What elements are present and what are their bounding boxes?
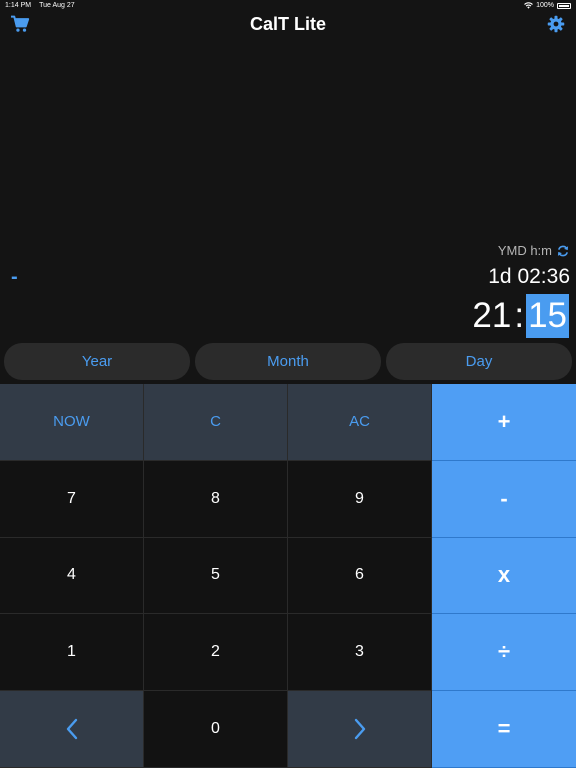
status-date: Tue Aug 27 — [39, 2, 75, 9]
refresh-icon — [557, 245, 569, 256]
previous-value: 1d 02:36 — [488, 265, 570, 288]
day-button[interactable]: Day — [386, 343, 572, 380]
status-right: 100% — [524, 2, 571, 9]
digit-6-button[interactable]: 6 — [288, 537, 432, 615]
current-value: 21 : 15 — [472, 294, 569, 338]
navigation-bar: CalT Lite — [0, 12, 576, 38]
now-button[interactable]: NOW — [0, 384, 144, 461]
cursor-right-button[interactable] — [288, 691, 432, 768]
digit-4-button[interactable]: 4 — [0, 537, 144, 615]
clear-button[interactable]: C — [144, 384, 288, 461]
all-clear-button[interactable]: AC — [288, 384, 432, 461]
current-separator: : — [514, 296, 525, 335]
chevron-right-icon — [354, 718, 365, 740]
battery-icon — [557, 2, 571, 9]
divide-button[interactable]: ÷ — [432, 614, 576, 692]
digit-1-button[interactable]: 1 — [0, 614, 144, 692]
display-mode-toggle[interactable]: YMD h:m — [498, 243, 570, 258]
calculator-screen: 1:14 PM Tue Aug 27 100% CalT Lite YMD h:… — [0, 0, 576, 768]
digit-5-button[interactable]: 5 — [144, 537, 288, 615]
digit-7-button[interactable]: 7 — [0, 460, 144, 538]
status-left: 1:14 PM Tue Aug 27 — [5, 2, 75, 9]
multiply-button[interactable]: x — [432, 537, 576, 615]
digit-8-button[interactable]: 8 — [144, 460, 288, 538]
plus-button[interactable]: + — [432, 384, 576, 461]
digit-2-button[interactable]: 2 — [144, 614, 288, 692]
unit-selector: Year Month Day — [4, 343, 572, 380]
display-mode-label: YMD h:m — [497, 243, 552, 258]
digit-3-button[interactable]: 3 — [288, 614, 432, 692]
cursor-left-button[interactable] — [0, 691, 144, 768]
equals-button[interactable]: = — [432, 691, 576, 768]
status-bar: 1:14 PM Tue Aug 27 100% — [0, 0, 576, 12]
app-title: CalT Lite — [249, 14, 326, 34]
digit-0-button[interactable]: 0 — [144, 691, 288, 768]
pending-operator: - — [11, 266, 18, 288]
digit-9-button[interactable]: 9 — [288, 460, 432, 538]
battery-percent: 100% — [536, 2, 554, 9]
current-hour[interactable]: 21 — [472, 296, 512, 336]
chevron-left-icon — [66, 718, 77, 740]
wifi-icon — [524, 2, 533, 9]
month-button[interactable]: Month — [195, 343, 381, 380]
current-minute-selected[interactable]: 15 — [526, 294, 569, 338]
year-button[interactable]: Year — [4, 343, 190, 380]
keypad: NOW C AC + 7 8 9 - 4 5 6 x 1 2 3 ÷ 0 = — [0, 384, 576, 768]
gear-icon[interactable] — [546, 15, 566, 33]
status-time: 1:14 PM — [5, 2, 32, 9]
minus-button[interactable]: - — [432, 460, 576, 538]
